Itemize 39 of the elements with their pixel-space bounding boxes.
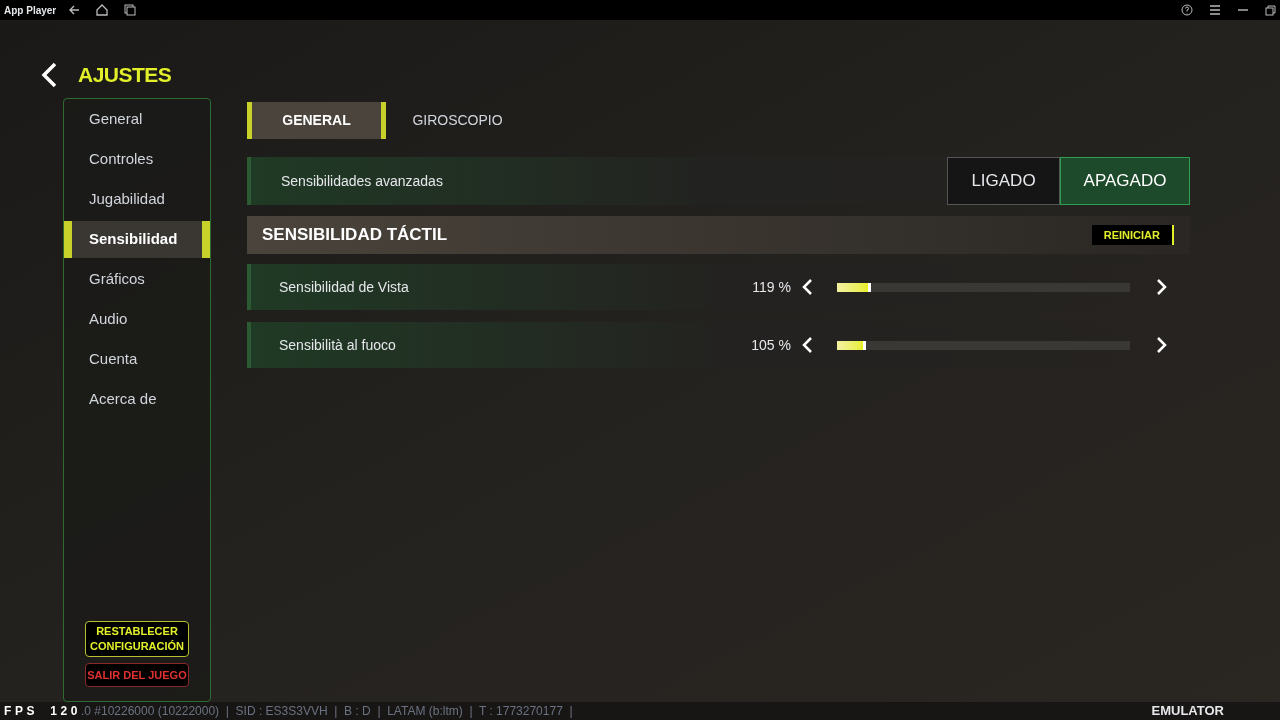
windows-icon[interactable] <box>124 4 136 16</box>
row-label: Sensibilidades avanzadas <box>280 171 444 191</box>
decrease-icon[interactable] <box>801 336 813 354</box>
home-icon[interactable] <box>96 4 108 16</box>
increase-icon[interactable] <box>1156 336 1168 354</box>
slider-value: 119 % <box>751 277 791 297</box>
reset-settings-button[interactable]: RESTABLECER CONFIGURACIÓN <box>85 621 189 657</box>
slider-value: 105 % <box>750 335 791 355</box>
sidebar-item[interactable]: Acerca de <box>64 380 210 418</box>
help-icon[interactable] <box>1181 4 1193 16</box>
sidebar-item[interactable]: Gráficos <box>64 260 210 298</box>
reset-button[interactable]: REINICIAR <box>1091 225 1174 245</box>
sidebar-item[interactable]: Jugabilidad <box>64 180 210 218</box>
section-title: SENSIBILIDAD TÁCTIL <box>262 224 449 247</box>
sidebar-item[interactable]: Audio <box>64 300 210 338</box>
slider-track[interactable] <box>837 282 1130 292</box>
decrease-icon[interactable] <box>801 278 813 296</box>
page-title: AJUSTES <box>78 62 172 89</box>
tab[interactable]: GENERAL <box>247 102 386 139</box>
sidebar-item[interactable]: Sensibilidad <box>64 220 210 258</box>
toggle-option[interactable]: LIGADO <box>947 157 1060 205</box>
fps-label: FPS <box>4 703 39 720</box>
back-icon[interactable] <box>68 4 80 16</box>
slider-track[interactable] <box>837 340 1130 350</box>
slider-label: Sensibilidad de Vista <box>278 277 410 297</box>
slider-label: Sensibilità al fuoco <box>278 335 397 355</box>
sidebar-item[interactable]: Controles <box>64 140 210 178</box>
tab[interactable]: GIROSCOPIO <box>388 102 527 139</box>
fps-value: 120 <box>50 703 81 720</box>
sidebar-item[interactable]: Cuenta <box>64 340 210 378</box>
restore-icon[interactable] <box>1265 4 1276 16</box>
sidebar-item[interactable]: General <box>64 100 210 138</box>
increase-icon[interactable] <box>1156 278 1168 296</box>
brand-label: EMULATOR <box>1151 702 1224 720</box>
status-info: .0 #10226000 (10222000) | SID : ES3S3VVH | B : D | LATAM (b:ltm) | T : 1773270177 | <box>80 703 574 720</box>
menu-icon[interactable] <box>1209 5 1221 15</box>
toggle-option[interactable]: APAGADO <box>1060 157 1190 205</box>
minimize-icon[interactable] <box>1237 9 1249 11</box>
exit-game-button[interactable]: SALIR DEL JUEGO <box>85 663 189 687</box>
